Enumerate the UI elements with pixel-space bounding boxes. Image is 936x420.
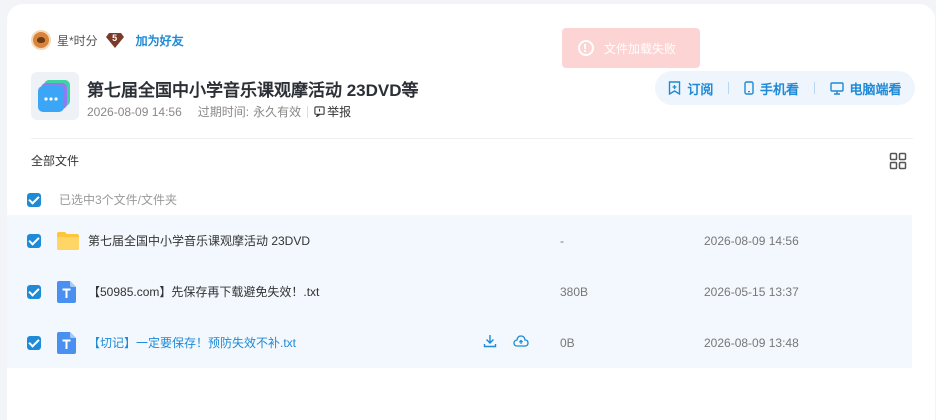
selection-count: 已选中3个文件/文件夹	[59, 193, 178, 207]
file-date: 2026-08-09 14:56	[704, 233, 799, 248]
report-label: 举报	[327, 105, 352, 119]
file-name[interactable]: 【切记】一定要保存！预防失效不补.txt	[88, 334, 296, 351]
avatar[interactable]	[31, 30, 51, 50]
row-checkbox[interactable]	[27, 233, 41, 248]
subscribe-button[interactable]: 订阅	[668, 79, 713, 98]
pc-view-label: 电脑端看	[849, 81, 902, 97]
share-card: 星*时分 5 加为好友 文件加载失败 第七届全国中小学音乐课观摩活动 23DVD…	[7, 4, 935, 420]
row-checkbox[interactable]	[27, 335, 41, 350]
warning-icon	[578, 40, 594, 56]
error-toast: 文件加载失败	[562, 28, 700, 68]
download-icon[interactable]	[483, 334, 497, 353]
grid-view-icon[interactable]	[889, 152, 907, 170]
folder-icon	[57, 231, 79, 250]
monitor-icon	[829, 81, 844, 95]
level-number: 5	[112, 33, 118, 43]
file-date: 2026-05-15 13:37	[704, 284, 799, 299]
toast-text: 文件加载失败	[604, 41, 677, 56]
add-friend-link[interactable]: 加为好友	[136, 32, 184, 49]
table-row[interactable]: 【切记】一定要保存！预防失效不补.txt 0B 2026-08-09 13:48	[7, 317, 912, 368]
report-icon	[314, 106, 325, 117]
file-size: -	[560, 233, 564, 248]
user-name: 星*时分	[57, 33, 98, 48]
action-divider	[813, 82, 815, 94]
subscribe-label: 订阅	[687, 81, 714, 97]
share-file-icon	[31, 72, 79, 120]
sharer-info: 星*时分 5 加为好友	[31, 29, 184, 51]
breadcrumb-all-files[interactable]: 全部文件	[31, 152, 79, 169]
file-size: 380B	[560, 284, 589, 299]
select-all-checkbox[interactable]	[27, 192, 41, 207]
file-size: 0B	[560, 335, 575, 350]
pc-view-button[interactable]: 电脑端看	[829, 79, 902, 98]
save-to-cloud-icon[interactable]	[513, 334, 529, 353]
share-date: 2026-08-09 14:56	[87, 104, 182, 119]
mobile-view-label: 手机看	[759, 81, 799, 97]
bookmark-plus-icon	[669, 81, 681, 95]
share-actions: 订阅 手机看 电脑端看	[655, 71, 915, 105]
txt-file-icon	[57, 331, 76, 354]
row-checkbox[interactable]	[27, 284, 41, 299]
header-divider	[31, 138, 913, 139]
expire-label: 过期时间:	[197, 105, 250, 119]
table-row[interactable]: 第七届全国中小学音乐课观摩活动 23DVD - 2026-08-09 14:56	[7, 215, 912, 266]
meta-divider	[307, 105, 309, 118]
share-title: 第七届全国中小学音乐课观摩活动 23DVD等	[87, 81, 419, 100]
report-link[interactable]: 举报	[314, 103, 351, 120]
file-name[interactable]: 第七届全国中小学音乐课观摩活动 23DVD	[88, 232, 310, 249]
expire-value: 永久有效	[253, 105, 302, 119]
level-badge: 5	[105, 32, 124, 48]
action-divider	[728, 82, 730, 94]
file-name[interactable]: 【50985.com】先保存再下载避免失效！.txt	[88, 283, 319, 300]
txt-file-icon	[57, 280, 76, 303]
table-row[interactable]: 【50985.com】先保存再下载避免失效！.txt 380B 2026-05-…	[7, 266, 912, 317]
phone-icon	[744, 81, 754, 95]
share-meta: 2026-08-09 14:56 过期时间: 永久有效 举报	[87, 103, 351, 120]
select-all-row: 已选中3个文件/文件夹	[27, 191, 177, 208]
file-date: 2026-08-09 13:48	[704, 335, 799, 350]
mobile-view-button[interactable]: 手机看	[744, 79, 799, 98]
file-list: 第七届全国中小学音乐课观摩活动 23DVD - 2026-08-09 14:56…	[7, 215, 912, 368]
